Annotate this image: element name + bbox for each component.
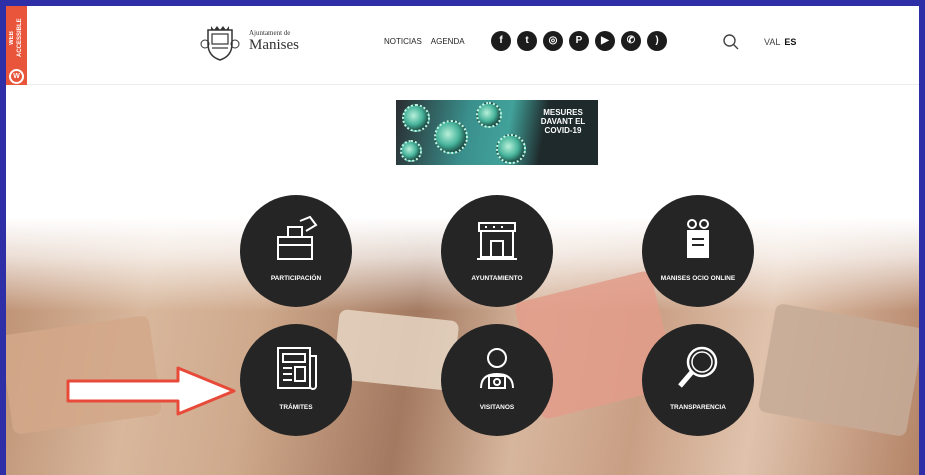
menu-item-agenda[interactable]: AGENDA xyxy=(431,37,465,46)
virus-graphic xyxy=(476,102,502,128)
tile-label: AYUNTAMIENTO xyxy=(471,275,523,282)
coat-of-arms-icon xyxy=(200,26,240,61)
ceramic-shard xyxy=(757,302,919,438)
browser-viewport: WEB ACCESSIBLE W Ajuntament de Manises N… xyxy=(6,6,919,475)
tile-label: TRÁMITES xyxy=(279,404,313,411)
tile-participacion[interactable]: PARTICIPACIÓN xyxy=(240,195,352,307)
social-links: f t ◎ P ▶ ✆ ) xyxy=(491,31,667,51)
tile-ayuntamiento[interactable]: AYUNTAMIENTO xyxy=(441,195,553,307)
site-logo[interactable]: Ajuntament de Manises xyxy=(199,20,299,62)
rss-icon[interactable]: ) xyxy=(647,31,667,51)
virus-graphic xyxy=(400,140,422,162)
town-hall-icon xyxy=(477,222,517,260)
site-header: Ajuntament de Manises NOTICIAS AGENDA f … xyxy=(27,6,919,85)
twitter-icon[interactable]: t xyxy=(517,31,537,51)
leisure-online-icon xyxy=(687,219,709,258)
main-menu: NOTICIAS AGENDA xyxy=(384,37,465,46)
web-accessible-label: WEB ACCESSIBLE xyxy=(9,18,23,58)
tile-label: TRANSPARENCIA xyxy=(670,404,726,411)
lang-es[interactable]: ES xyxy=(784,37,796,47)
covid-banner-text: MESURES DAVANT EL COVID-19 xyxy=(540,108,586,135)
language-switcher: VAL ES xyxy=(764,37,796,47)
visitor-camera-icon xyxy=(480,348,514,389)
covid-banner[interactable]: MESURES DAVANT EL COVID-19 xyxy=(396,100,598,165)
pinterest-icon[interactable]: P xyxy=(569,31,589,51)
tile-label: PARTICIPACIÓN xyxy=(270,275,322,282)
virus-graphic xyxy=(496,134,526,164)
lang-val[interactable]: VAL xyxy=(764,37,780,47)
tile-visitanos[interactable]: VISITANOS xyxy=(441,324,553,436)
facebook-icon[interactable]: f xyxy=(491,31,511,51)
tile-label: VISITANOS xyxy=(479,404,515,411)
pointer-arrow-annotation xyxy=(66,366,236,416)
virus-graphic xyxy=(402,104,430,132)
youtube-icon[interactable]: ▶ xyxy=(595,31,615,51)
virus-graphic xyxy=(434,120,468,154)
brand-prefix: Ajuntament de xyxy=(249,29,291,37)
accessibility-logo-icon: W xyxy=(9,69,24,84)
tile-tramites[interactable]: TRÁMITES xyxy=(240,324,352,436)
instagram-icon[interactable]: ◎ xyxy=(543,31,563,51)
tile-manises-ocio-online[interactable]: MANISES OCIO ONLINE xyxy=(642,195,754,307)
magnifier-icon xyxy=(678,346,718,388)
ballot-box-icon xyxy=(277,215,318,260)
search-icon[interactable] xyxy=(722,33,740,51)
whatsapp-icon[interactable]: ✆ xyxy=(621,31,641,51)
newspaper-icon xyxy=(277,347,317,390)
tile-label: MANISES OCIO ONLINE xyxy=(660,275,736,282)
brand-name: Manises xyxy=(249,37,299,53)
tile-transparencia[interactable]: TRANSPARENCIA xyxy=(642,324,754,436)
menu-item-noticias[interactable]: NOTICIAS xyxy=(384,37,422,46)
